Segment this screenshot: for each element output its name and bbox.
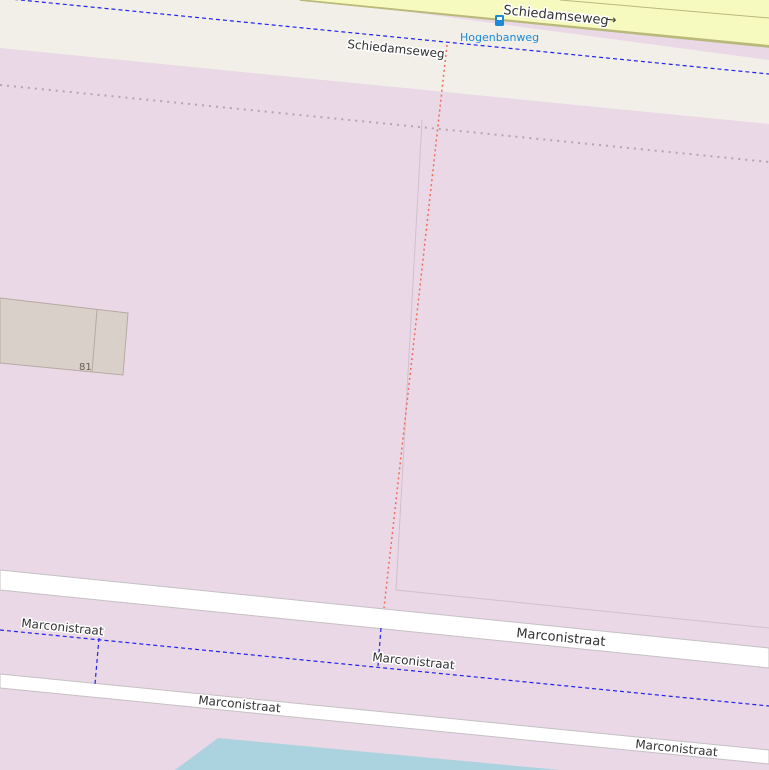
bus-stop-label: Hogenbanweg xyxy=(460,31,539,44)
map-viewport[interactable]: 81 Schiedamseweg → Hogenbanweg Schiedams… xyxy=(0,0,769,770)
oneway-arrow-icon: → xyxy=(606,12,617,27)
building-housenumber: 81 xyxy=(79,362,92,373)
bus-stop-icon-window xyxy=(497,17,502,20)
map-canvas: 81 Schiedamseweg → Hogenbanweg Schiedams… xyxy=(0,0,769,770)
bus-stop-icon[interactable] xyxy=(495,15,504,26)
